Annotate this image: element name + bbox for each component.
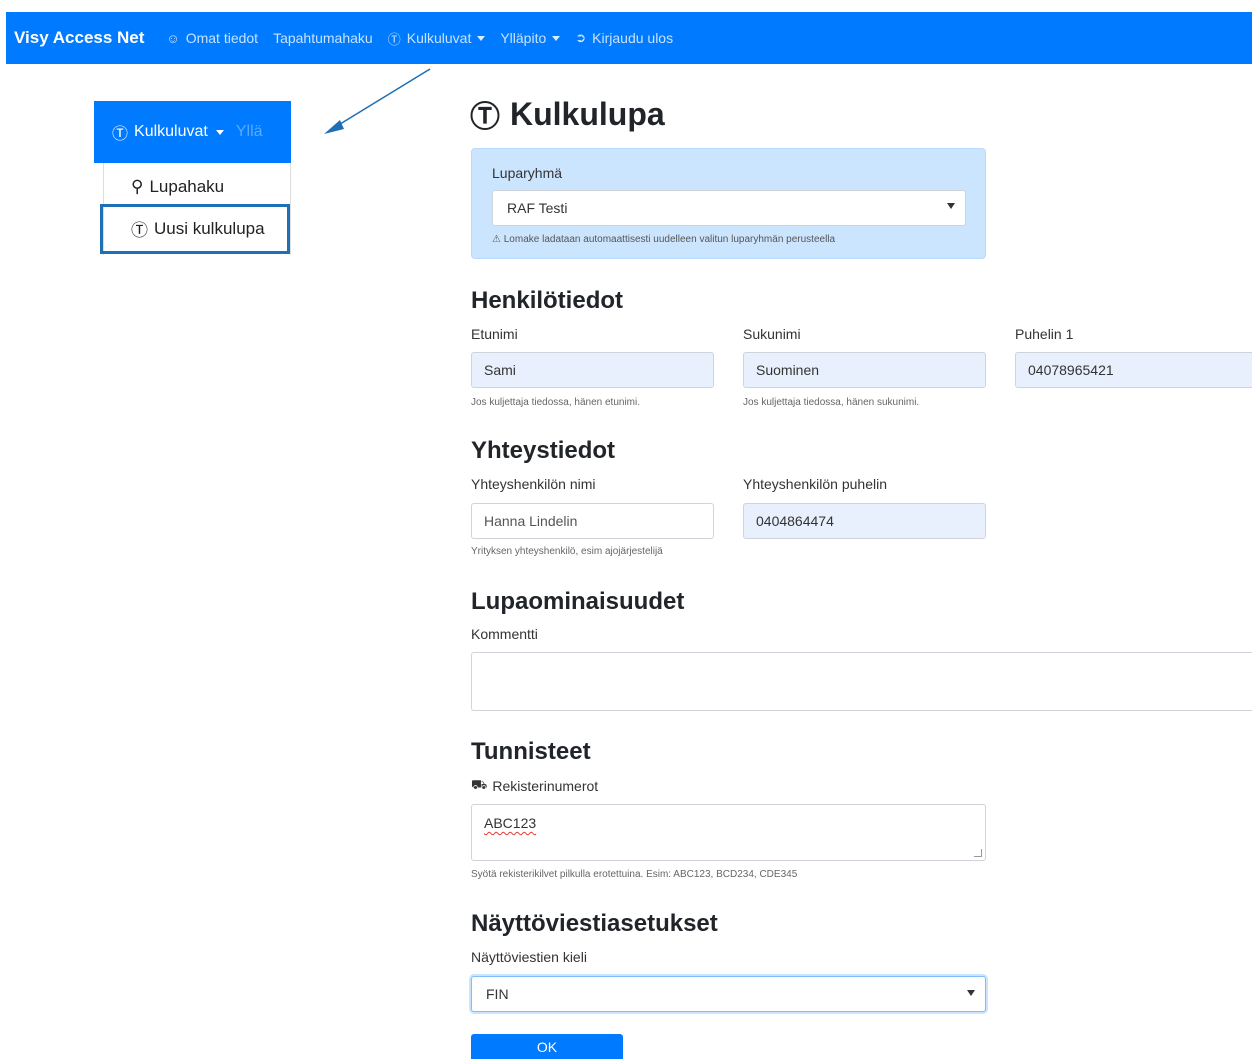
caret-down-icon bbox=[477, 35, 486, 41]
brand-logo[interactable]: Visy Access Net bbox=[14, 28, 144, 48]
user-circle-icon: ☺ bbox=[166, 30, 180, 46]
accessibility-icon: Ⓣ bbox=[470, 101, 500, 134]
accessibility-icon: Ⓣ bbox=[387, 31, 401, 47]
first-name-value: Sami bbox=[484, 362, 516, 378]
display-heading: Näyttöviestiasetukset bbox=[471, 910, 718, 937]
nav-kirjaudu-ulos[interactable]: ➲ Kirjaudu ulos bbox=[575, 30, 673, 46]
caret-down-icon bbox=[552, 35, 561, 41]
plates-textarea[interactable]: ABC123 bbox=[471, 804, 986, 861]
highlight-box bbox=[100, 204, 290, 254]
inset-navbar-zoom: Ⓣ Kulkuluvat Yllä bbox=[94, 101, 291, 163]
nav-tapahtumahaku-label: Tapahtumahaku bbox=[273, 30, 373, 46]
first-name-label: Etunimi bbox=[471, 326, 518, 342]
plates-label-text: Rekisterinumerot bbox=[492, 778, 599, 794]
last-name-help: Jos kuljettaja tiedossa, hänen sukunimi. bbox=[743, 397, 920, 408]
nav-yllapito[interactable]: Ylläpito bbox=[500, 30, 561, 46]
last-name-input[interactable]: Suominen bbox=[743, 352, 986, 388]
menu-item-lupahaku[interactable]: ⚲ Lupahaku bbox=[131, 177, 224, 197]
car-icon: ⛟ bbox=[471, 777, 488, 792]
nav-kulkuluvat-label: Kulkuluvat bbox=[406, 30, 472, 46]
contact-name-value: Hanna Lindelin bbox=[484, 513, 578, 529]
nav-omat-tiedot[interactable]: ☺ Omat tiedot bbox=[166, 30, 258, 46]
annotation-arrow bbox=[324, 68, 431, 134]
menu-item-lupahaku-label: Lupahaku bbox=[149, 177, 225, 196]
person-heading: Henkilötiedot bbox=[471, 287, 624, 314]
phone-label: Puhelin 1 bbox=[1015, 326, 1074, 342]
contact-heading: Yhteystiedot bbox=[471, 437, 616, 464]
plates-label: ⛟ Rekisterinumerot bbox=[471, 777, 598, 795]
select-arrow-icon bbox=[967, 990, 975, 996]
ok-button[interactable]: OK bbox=[471, 1034, 623, 1059]
first-name-input[interactable]: Sami bbox=[471, 352, 714, 388]
properties-heading: Lupaominaisuudet bbox=[471, 588, 685, 615]
plates-value: ABC123 bbox=[484, 815, 537, 831]
plates-help: Syötä rekisterikilvet pilkulla erotettui… bbox=[471, 869, 798, 880]
first-name-help: Jos kuljettaja tiedossa, hänen etunimi. bbox=[471, 397, 640, 408]
nav-tapahtumahaku[interactable]: Tapahtumahaku bbox=[273, 30, 373, 46]
nav-omat-tiedot-label: Omat tiedot bbox=[185, 30, 259, 46]
language-label: Näyttöviestien kieli bbox=[471, 949, 587, 965]
language-value: FIN bbox=[486, 986, 509, 1002]
permit-group-value: RAF Testi bbox=[507, 200, 568, 216]
last-name-label: Sukunimi bbox=[743, 326, 801, 342]
sign-out-icon: ➲ bbox=[575, 30, 587, 45]
language-select[interactable]: FIN bbox=[471, 976, 986, 1012]
nav-yllapito-label: Ylläpito bbox=[500, 30, 547, 46]
permit-group-box: Luparyhmä RAF Testi ⚠ Lomake ladataan au… bbox=[471, 148, 986, 259]
permit-group-note: ⚠ Lomake ladataan automaattisesti uudell… bbox=[492, 234, 835, 245]
page-title: Ⓣ Kulkulupa bbox=[470, 92, 665, 136]
contact-name-input[interactable]: Hanna Lindelin bbox=[471, 503, 714, 539]
phone-value: 04078965421 bbox=[1028, 362, 1114, 378]
last-name-value: Suominen bbox=[756, 362, 820, 378]
identifiers-heading: Tunnisteet bbox=[471, 738, 591, 765]
select-arrow-icon bbox=[947, 203, 955, 209]
resize-handle-icon[interactable] bbox=[974, 849, 982, 857]
permit-group-note-text: Lomake ladataan automaattisesti uudellee… bbox=[503, 234, 836, 245]
nav-kulkuluvat[interactable]: Ⓣ Kulkuluvat bbox=[388, 29, 486, 48]
comment-label: Kommentti bbox=[471, 626, 538, 642]
caret-down-icon bbox=[215, 129, 224, 135]
permit-group-label: Luparyhmä bbox=[492, 165, 563, 181]
accessibility-icon: Ⓣ bbox=[112, 126, 129, 143]
inset-kulkuluvat-label: Kulkuluvat bbox=[134, 123, 208, 140]
contact-name-help: Yrityksen yhteyshenkilö, esim ajojärjest… bbox=[471, 546, 663, 557]
page-title-text: Kulkulupa bbox=[510, 95, 665, 132]
warning-icon: ⚠ bbox=[492, 234, 501, 245]
nav-kirjaudu-ulos-label: Kirjaudu ulos bbox=[592, 30, 674, 46]
phone-input[interactable]: 04078965421 bbox=[1015, 352, 1252, 388]
contact-phone-label: Yhteyshenkilön puhelin bbox=[743, 476, 887, 492]
inset-kulkuluvat-menu[interactable]: Ⓣ Kulkuluvat bbox=[112, 120, 224, 144]
permit-group-select[interactable]: RAF Testi bbox=[492, 190, 966, 226]
contact-phone-value: 0404864474 bbox=[756, 513, 834, 529]
inset-faded-label: Yllä bbox=[235, 123, 263, 140]
search-icon: ⚲ bbox=[131, 177, 144, 196]
contact-name-label: Yhteyshenkilön nimi bbox=[471, 476, 596, 492]
contact-phone-input[interactable]: 0404864474 bbox=[743, 503, 986, 539]
top-navbar: Visy Access Net ☺ Omat tiedot Tapahtumah… bbox=[6, 12, 1252, 64]
comment-textarea[interactable] bbox=[471, 652, 1252, 711]
